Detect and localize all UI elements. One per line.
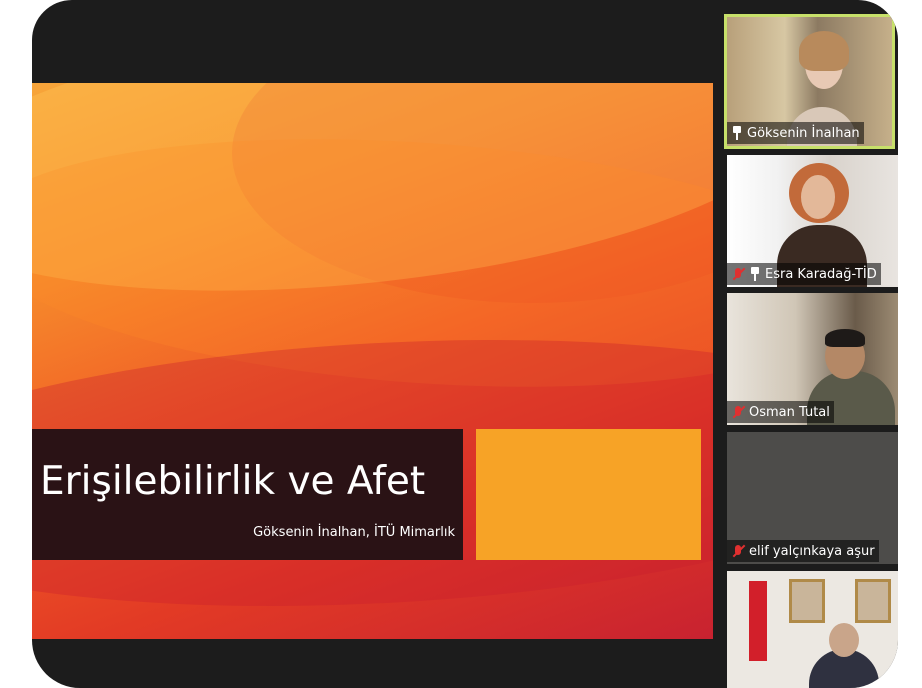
pin-icon xyxy=(731,126,743,140)
pin-icon xyxy=(749,267,761,281)
participant-tile-osman[interactable]: Osman Tutal xyxy=(727,293,898,425)
participant-name-label: Esra Karadağ-TİD xyxy=(727,263,881,285)
participant-name-label: Osman Tutal xyxy=(727,401,834,423)
slide-title: Erişilebilirlik ve Afet xyxy=(40,459,426,504)
wall-portrait xyxy=(855,579,891,623)
participant-tile-goksenin[interactable]: Göksenin İnalhan xyxy=(724,14,895,149)
participant-name-label: elif yalçınkaya aşur xyxy=(727,540,879,562)
participant-video xyxy=(799,31,849,71)
meeting-window: Erişilebilirlik ve Afet Göksenin İnalhan… xyxy=(32,0,898,688)
participant-tile-elif[interactable]: elif yalçınkaya aşur xyxy=(727,432,898,564)
participant-name: elif yalçınkaya aşur xyxy=(749,543,875,559)
participant-video xyxy=(801,175,835,219)
participant-video xyxy=(825,329,865,347)
flag xyxy=(749,581,767,661)
microphone-muted-icon xyxy=(731,544,745,558)
participant-tile-esra[interactable]: Esra Karadağ-TİD xyxy=(727,155,898,287)
participant-name: Esra Karadağ-TİD xyxy=(765,266,877,282)
participant-name: Osman Tutal xyxy=(749,404,830,420)
participant-tile-official[interactable] xyxy=(727,571,898,688)
participant-name: Göksenin İnalhan xyxy=(747,125,860,141)
slide-accent-box xyxy=(476,429,701,560)
shared-screen-slide: Erişilebilirlik ve Afet Göksenin İnalhan… xyxy=(32,83,713,639)
microphone-muted-icon xyxy=(731,267,745,281)
slide-title-box: Erişilebilirlik ve Afet Göksenin İnalhan… xyxy=(32,429,463,560)
wall-portrait xyxy=(789,579,825,623)
microphone-muted-icon xyxy=(731,405,745,419)
participant-video xyxy=(829,623,859,657)
participant-name-label: Göksenin İnalhan xyxy=(727,122,864,144)
slide-subtitle: Göksenin İnalhan, İTÜ Mimarlık xyxy=(253,525,455,540)
